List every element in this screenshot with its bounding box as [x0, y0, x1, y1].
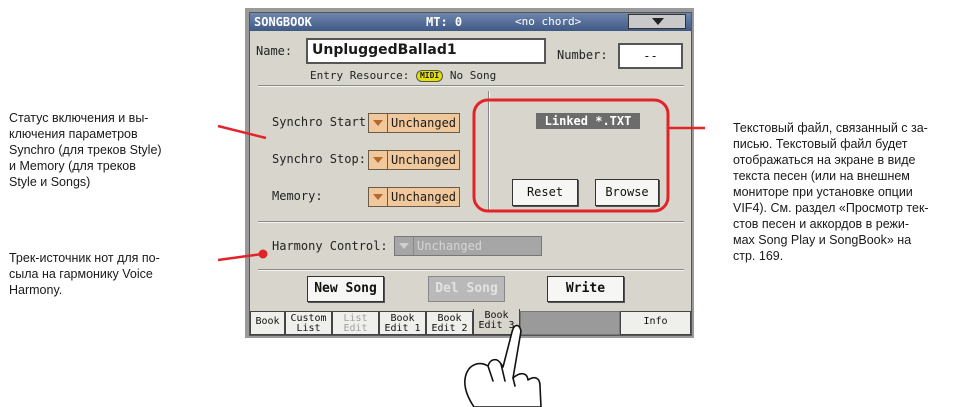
pointing-hand-icon [464, 324, 542, 407]
callout-line-synchro [217, 124, 267, 140]
linked-txt-highlight [472, 98, 670, 213]
callout-dot-harmony [258, 249, 268, 259]
callout-overlay [217, 98, 705, 407]
callout-line-harmony [217, 252, 263, 262]
